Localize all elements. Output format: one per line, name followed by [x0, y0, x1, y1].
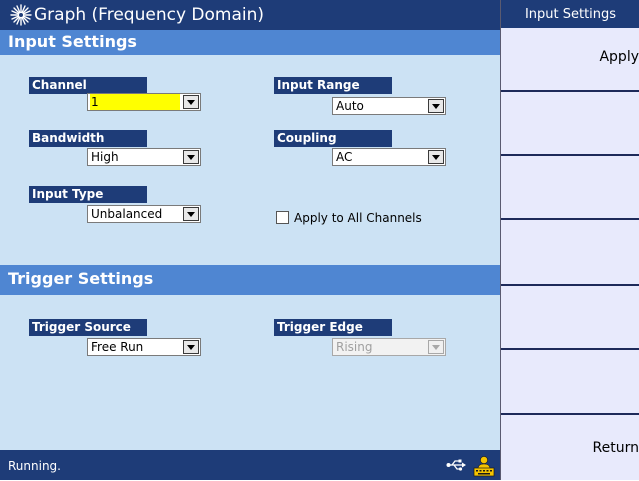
trigger-settings-header: Trigger Settings	[0, 265, 500, 295]
input-range-label: Input Range	[274, 77, 392, 94]
apply-all-channels-checkbox[interactable]	[276, 211, 289, 224]
chevron-down-icon[interactable]	[183, 150, 199, 164]
trigger-edge-select: Rising	[332, 338, 446, 356]
agilent-spark-icon	[10, 4, 32, 26]
trigger-source-value: Free Run	[91, 340, 144, 354]
chevron-down-icon	[428, 340, 444, 354]
trigger-edge-label: Trigger Edge	[274, 319, 392, 336]
trigger-settings-heading: Trigger Settings	[8, 269, 154, 288]
input-settings-header: Input Settings	[0, 30, 500, 55]
usb-icon	[446, 459, 466, 471]
bandwidth-select[interactable]: High	[87, 148, 201, 166]
trigger-edge-value: Rising	[336, 340, 373, 354]
apply-softkey[interactable]: Apply	[501, 28, 639, 92]
channel-select[interactable]: 1	[87, 93, 201, 111]
chevron-down-icon[interactable]	[183, 207, 199, 221]
softkey-3[interactable]	[501, 156, 639, 220]
trigger-source-label: Trigger Source	[29, 319, 147, 336]
input-range-value: Auto	[336, 99, 364, 113]
chevron-down-icon[interactable]	[183, 340, 199, 354]
apply-softkey-label: Apply	[599, 49, 639, 65]
input-type-value: Unbalanced	[91, 207, 163, 221]
channel-label: Channel	[29, 77, 147, 94]
coupling-value: AC	[336, 150, 353, 164]
chevron-down-icon[interactable]	[183, 95, 199, 109]
input-type-label: Input Type	[29, 186, 147, 203]
status-bar: Running.	[0, 450, 500, 480]
return-softkey-label: Return	[592, 440, 639, 456]
softkey-panel-title: Input Settings	[501, 0, 639, 28]
main-window: Graph (Frequency Domain) Input Settings …	[0, 0, 500, 480]
softkey-5[interactable]	[501, 286, 639, 350]
bandwidth-value: High	[91, 150, 119, 164]
softkey-panel: Input Settings Apply Return	[500, 0, 639, 480]
apply-all-channels-label[interactable]: Apply to All Channels	[294, 210, 422, 226]
input-range-select[interactable]: Auto	[332, 97, 446, 115]
softkey-6[interactable]	[501, 350, 639, 415]
chevron-down-icon[interactable]	[428, 150, 444, 164]
coupling-select[interactable]: AC	[332, 148, 446, 166]
softkey-2[interactable]	[501, 92, 639, 156]
trigger-source-select[interactable]: Free Run	[87, 338, 201, 356]
chevron-down-icon[interactable]	[428, 99, 444, 113]
softkey-4[interactable]	[501, 220, 639, 286]
input-settings-heading: Input Settings	[8, 32, 137, 51]
title-bar: Graph (Frequency Domain)	[0, 0, 500, 30]
window-title: Graph (Frequency Domain)	[34, 5, 265, 25]
bandwidth-label: Bandwidth	[29, 130, 147, 147]
channel-value: 1	[90, 94, 180, 110]
status-text: Running.	[8, 459, 61, 473]
input-type-select[interactable]: Unbalanced	[87, 205, 201, 223]
keyboard-user-icon	[473, 456, 495, 477]
return-softkey[interactable]: Return	[501, 415, 639, 480]
coupling-label: Coupling	[274, 130, 392, 147]
